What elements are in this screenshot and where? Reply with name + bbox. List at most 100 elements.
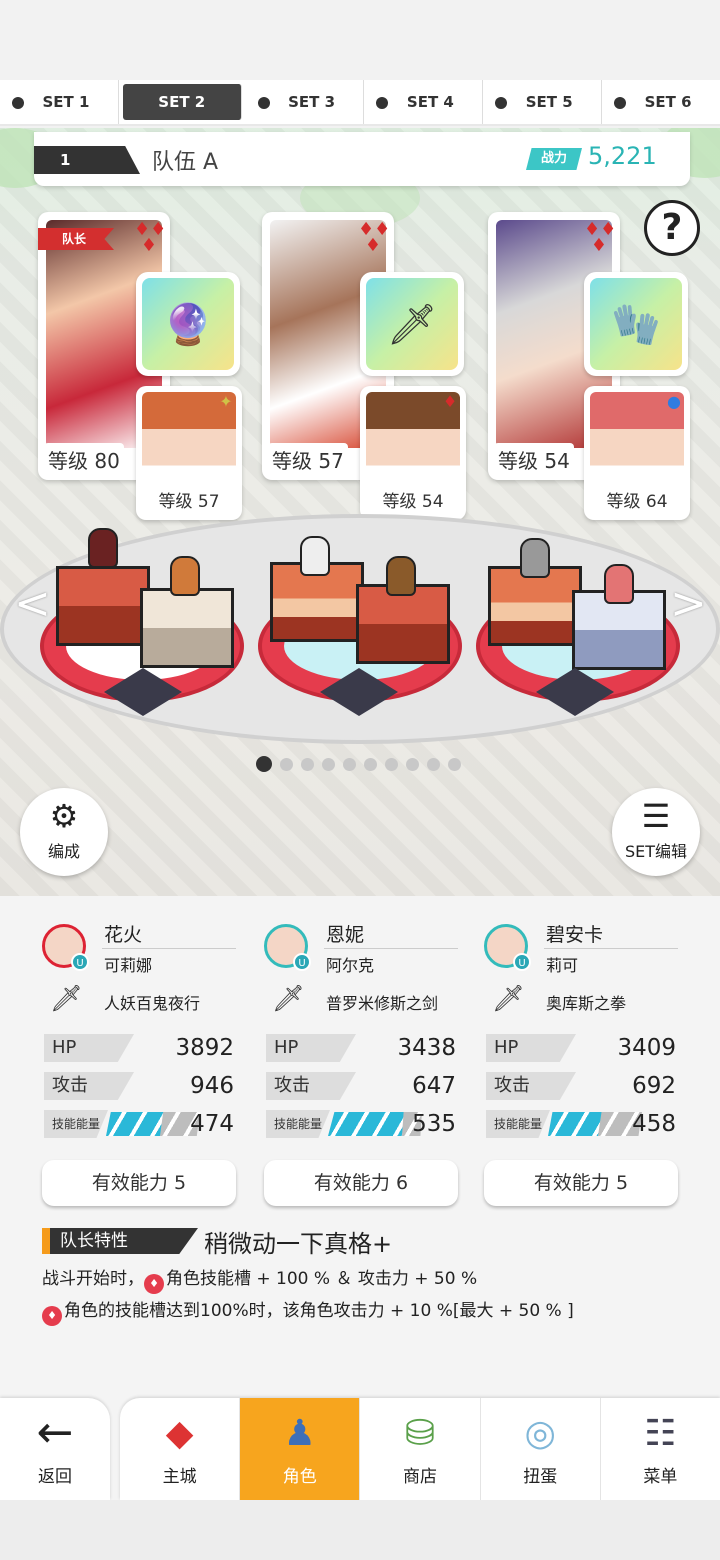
pixel-block xyxy=(488,566,582,646)
tab-set-1[interactable]: SET 1 xyxy=(0,80,119,124)
gem-icon: ♦ xyxy=(144,1274,164,1294)
gem-icon: ♦ xyxy=(42,1306,62,1326)
list-icon: ☰ xyxy=(641,797,671,835)
pager-dot[interactable] xyxy=(364,757,377,771)
team-pager xyxy=(256,756,461,772)
team-name[interactable]: 队伍 A xyxy=(152,144,218,176)
leader-trait-label: 队长特性 xyxy=(42,1228,198,1254)
formation-platform xyxy=(0,500,720,790)
energy-bar xyxy=(328,1112,408,1136)
weapon-icon: 🗡 xyxy=(492,984,526,1014)
weapon-icon: 🗡 xyxy=(50,984,84,1014)
equipment-slot[interactable]: 🗡 xyxy=(360,272,464,376)
back-button[interactable]: ← 返回 xyxy=(0,1398,110,1500)
person-gear-icon: ⚙ xyxy=(49,797,79,835)
character-name: 花火 xyxy=(104,924,143,946)
diamond-suit-icon: ♦ xyxy=(442,392,458,411)
energy-bar xyxy=(548,1112,604,1136)
tab-set-6[interactable]: SET 6 xyxy=(602,80,720,124)
ability-button[interactable]: 有效能力 5 xyxy=(42,1160,236,1206)
next-team-arrow-icon[interactable]: > xyxy=(670,578,707,629)
nav-item-character[interactable]: ♟ 角色 xyxy=(240,1398,361,1500)
character-name: 恩妮 xyxy=(326,924,365,946)
character-level: 等级 54 xyxy=(494,443,574,476)
tab-dot-icon xyxy=(12,97,24,109)
pager-dot[interactable] xyxy=(301,757,314,771)
skill-energy-stat: 技能能量 474 xyxy=(42,1110,238,1138)
castle-icon: ◆ xyxy=(165,1413,194,1454)
pager-dot[interactable] xyxy=(427,757,440,771)
nav-item-menu[interactable]: ☷ 菜单 xyxy=(601,1398,720,1500)
u-badge-icon: U xyxy=(293,953,311,971)
set-tabs: SET 1 SET 2 SET 3 SET 4 SET 5 SET 6 xyxy=(0,80,720,126)
prev-team-arrow-icon[interactable]: < xyxy=(14,578,51,629)
character-icon: ♟ xyxy=(283,1413,316,1454)
pager-dot[interactable] xyxy=(280,757,293,771)
weapon-name: 普罗米修斯之剑 xyxy=(326,994,439,1013)
orb-icon: 🔮 xyxy=(142,278,234,370)
avatar[interactable]: U xyxy=(42,924,89,971)
diamond-suit-icon: ♦♦ ♦ xyxy=(134,219,167,256)
pixel-block xyxy=(356,584,450,664)
weapon-icon: 🗡 xyxy=(272,984,306,1014)
character-sprite[interactable] xyxy=(386,556,416,596)
pager-dot[interactable] xyxy=(256,756,272,772)
pager-dot[interactable] xyxy=(343,757,356,771)
attack-stat: 攻击 647 xyxy=(264,1072,460,1100)
character-sprite[interactable] xyxy=(88,528,118,568)
tab-set-3[interactable]: SET 3 xyxy=(246,80,365,124)
set-edit-button[interactable]: ☰ SET编辑 xyxy=(612,788,700,876)
skill-energy-stat: 技能能量 458 xyxy=(484,1110,680,1138)
formation-button[interactable]: ⚙ 编成 xyxy=(20,788,108,876)
character-sprite[interactable] xyxy=(520,538,550,578)
character-sprite[interactable] xyxy=(604,564,634,604)
pager-dot[interactable] xyxy=(448,757,461,771)
diamond-suit-icon: ♦♦ ♦ xyxy=(584,219,617,256)
menu-icon: ☷ xyxy=(644,1413,677,1454)
weapon-name: 奥库斯之拳 xyxy=(546,994,627,1013)
pager-dot[interactable] xyxy=(385,757,398,771)
tab-set-2[interactable]: SET 2 xyxy=(122,84,242,120)
tab-dot-icon xyxy=(257,97,270,109)
sub-character-name: 阿尔克 xyxy=(326,956,375,975)
leader-trait-desc-2: ♦ 角色的技能槽达到100%时，该角色攻击力 + 10 %[最大 + 50 % ] xyxy=(42,1296,574,1326)
equipment-slot[interactable]: 🧤 xyxy=(584,272,688,376)
tab-set-4[interactable]: SET 4 xyxy=(364,80,484,124)
character-name: 碧安卡 xyxy=(546,924,604,946)
avatar[interactable]: U xyxy=(264,924,311,971)
system-bar xyxy=(0,1500,720,1560)
nav-item-main-city[interactable]: ◆ 主城 xyxy=(120,1398,241,1500)
tab-set-5[interactable]: SET 5 xyxy=(483,80,603,124)
tab-dot-icon xyxy=(376,97,389,109)
team-header: 1 队伍 A 战力 5,221 xyxy=(34,132,690,186)
avatar[interactable]: U xyxy=(484,924,531,971)
character-level: 等级 80 xyxy=(44,443,124,476)
tab-dot-icon xyxy=(614,97,627,109)
diamond-suit-icon: ♦♦ ♦ xyxy=(358,219,391,256)
attack-stat: 攻击 946 xyxy=(42,1072,238,1100)
ability-button[interactable]: 有效能力 5 xyxy=(484,1160,678,1206)
bottom-nav: ← 返回 ◆ 主城 ♟ 角色 ⛁ 商店 ◎ 扭蛋 ☷ 菜单 xyxy=(0,1396,720,1500)
leader-trait-title: 稍微动一下真格+ xyxy=(204,1230,393,1258)
energy-bar xyxy=(106,1112,166,1136)
blue-status-icon: ● xyxy=(667,392,681,411)
hp-stat: HP 3438 xyxy=(264,1034,460,1062)
nav-item-shop[interactable]: ⛁ 商店 xyxy=(360,1398,481,1500)
sparkle-icon: ✦ xyxy=(219,392,233,411)
help-button[interactable]: ? xyxy=(644,200,700,256)
character-sprite[interactable] xyxy=(170,556,200,596)
ability-button[interactable]: 有效能力 6 xyxy=(264,1160,458,1206)
character-sprite[interactable] xyxy=(300,536,330,576)
power-value: 5,221 xyxy=(588,142,657,170)
equipment-slot[interactable]: 🔮 xyxy=(136,272,240,376)
attack-stat: 攻击 692 xyxy=(484,1072,680,1100)
pager-dot[interactable] xyxy=(322,757,335,771)
sub-character-name: 可莉娜 xyxy=(104,956,153,975)
tab-dot-icon xyxy=(495,97,508,109)
shop-icon: ⛁ xyxy=(404,1413,436,1454)
pixel-block xyxy=(140,588,234,668)
nav-item-gacha[interactable]: ◎ 扭蛋 xyxy=(481,1398,601,1500)
u-badge-icon: U xyxy=(71,953,89,971)
hp-stat: HP 3892 xyxy=(42,1034,238,1062)
pager-dot[interactable] xyxy=(406,757,419,771)
